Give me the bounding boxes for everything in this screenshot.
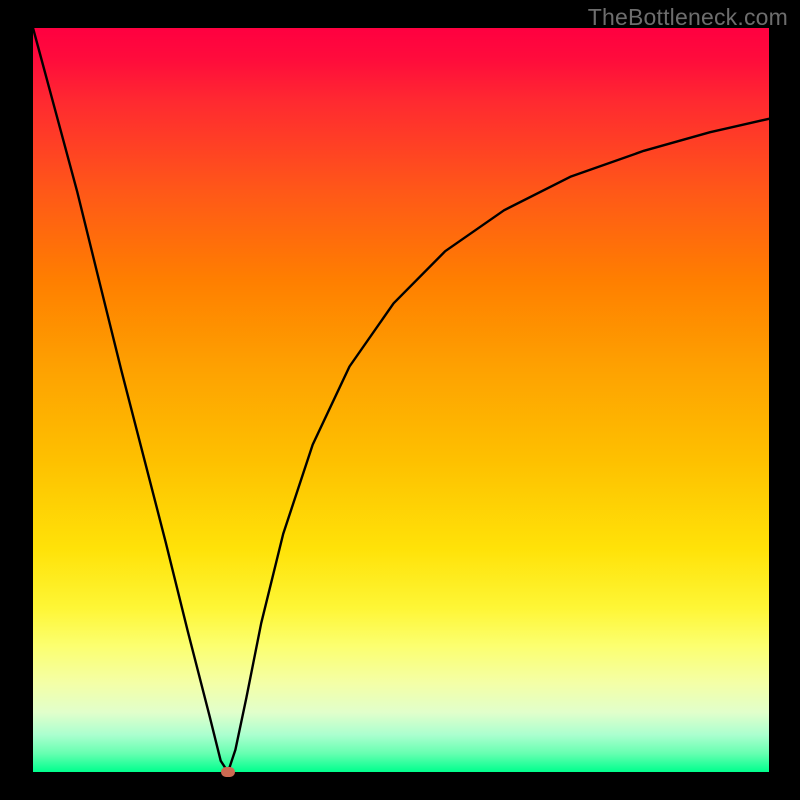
minimum-marker [221, 767, 235, 777]
curve-right-branch [228, 119, 769, 772]
chart-svg [33, 28, 769, 772]
watermark-text: TheBottleneck.com [588, 4, 788, 31]
plot-area [33, 28, 769, 772]
curve-left-branch [33, 28, 228, 772]
